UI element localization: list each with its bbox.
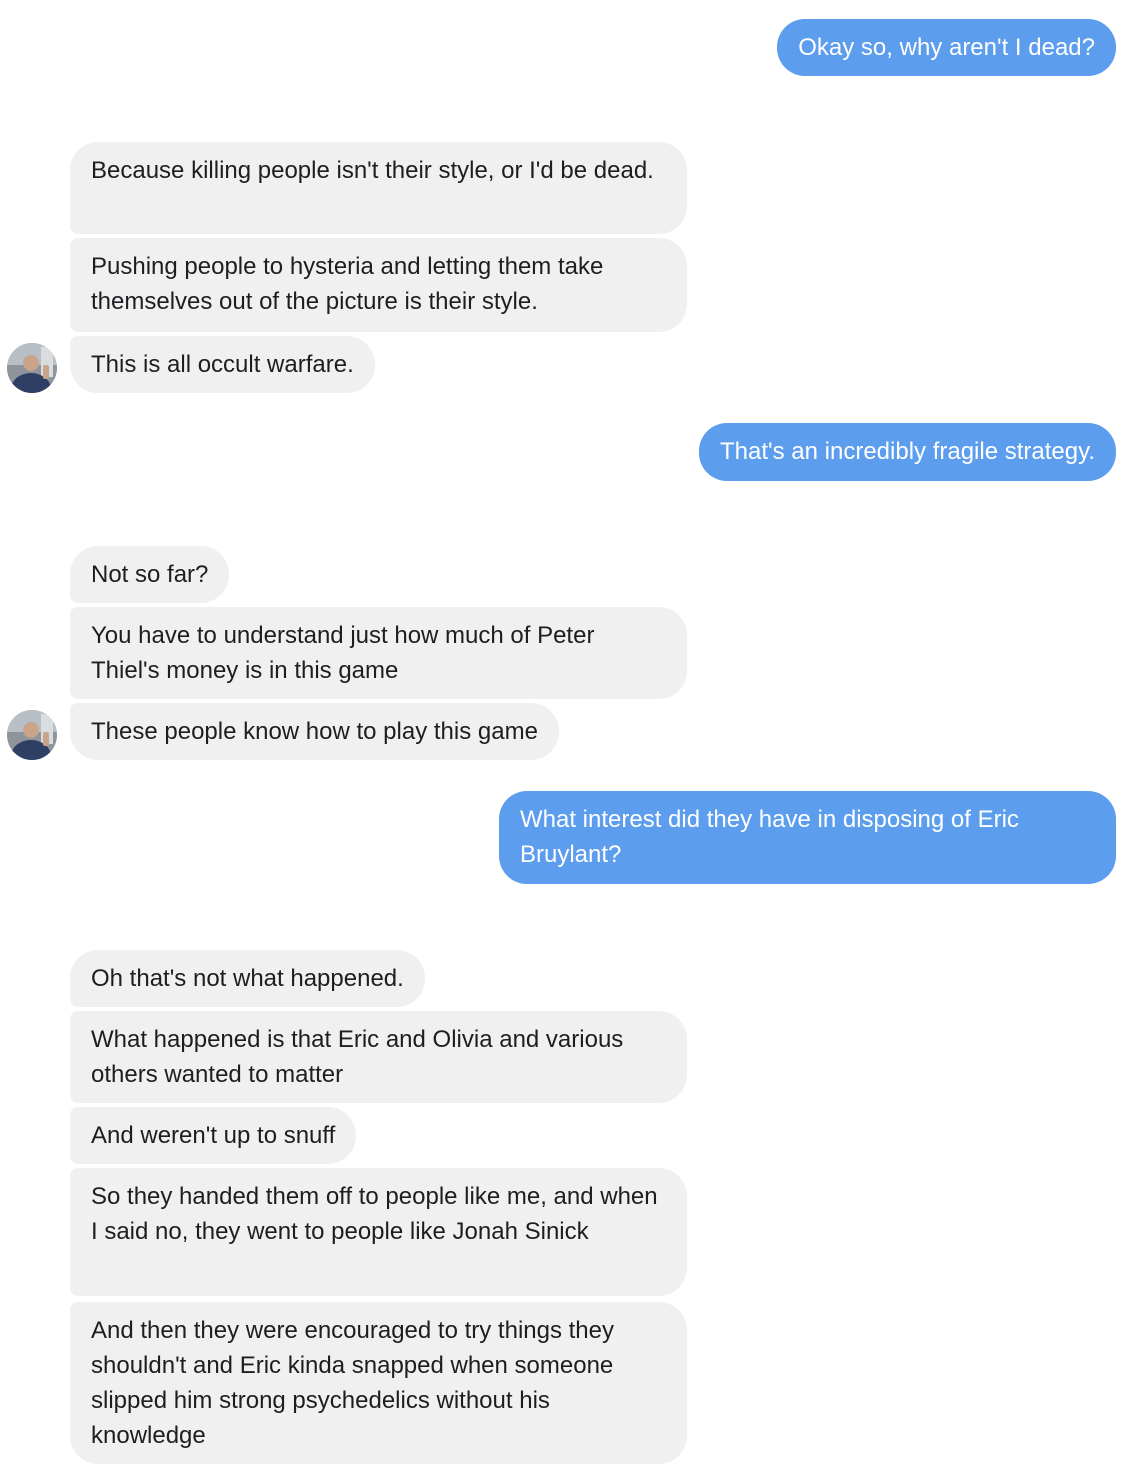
avatar-photo-icon [7,343,57,393]
incoming-message[interactable]: You have to understand just how much of … [70,607,687,699]
contact-avatar[interactable] [7,710,57,760]
outgoing-message[interactable]: That's an incredibly fragile strategy. [699,423,1116,481]
outgoing-message[interactable]: What interest did they have in disposing… [499,791,1116,884]
incoming-message[interactable]: And weren't up to snuff [70,1107,357,1164]
avatar-photo-icon [7,710,57,760]
incoming-message[interactable]: Because killing people isn't their style… [70,142,687,234]
incoming-message[interactable]: And then they were encouraged to try thi… [70,1302,687,1464]
incoming-message[interactable]: Pushing people to hysteria and letting t… [70,238,687,332]
incoming-message[interactable]: Not so far? [70,546,230,603]
incoming-message[interactable]: This is all occult warfare. [70,336,375,393]
incoming-message[interactable]: What happened is that Eric and Olivia an… [70,1011,687,1103]
contact-avatar[interactable] [7,343,57,393]
incoming-message[interactable]: These people know how to play this game [70,703,559,760]
outgoing-message[interactable]: Okay so, why aren't I dead? [777,19,1116,76]
incoming-message[interactable]: Oh that's not what happened. [70,950,425,1007]
incoming-message[interactable]: So they handed them off to people like m… [70,1168,687,1296]
